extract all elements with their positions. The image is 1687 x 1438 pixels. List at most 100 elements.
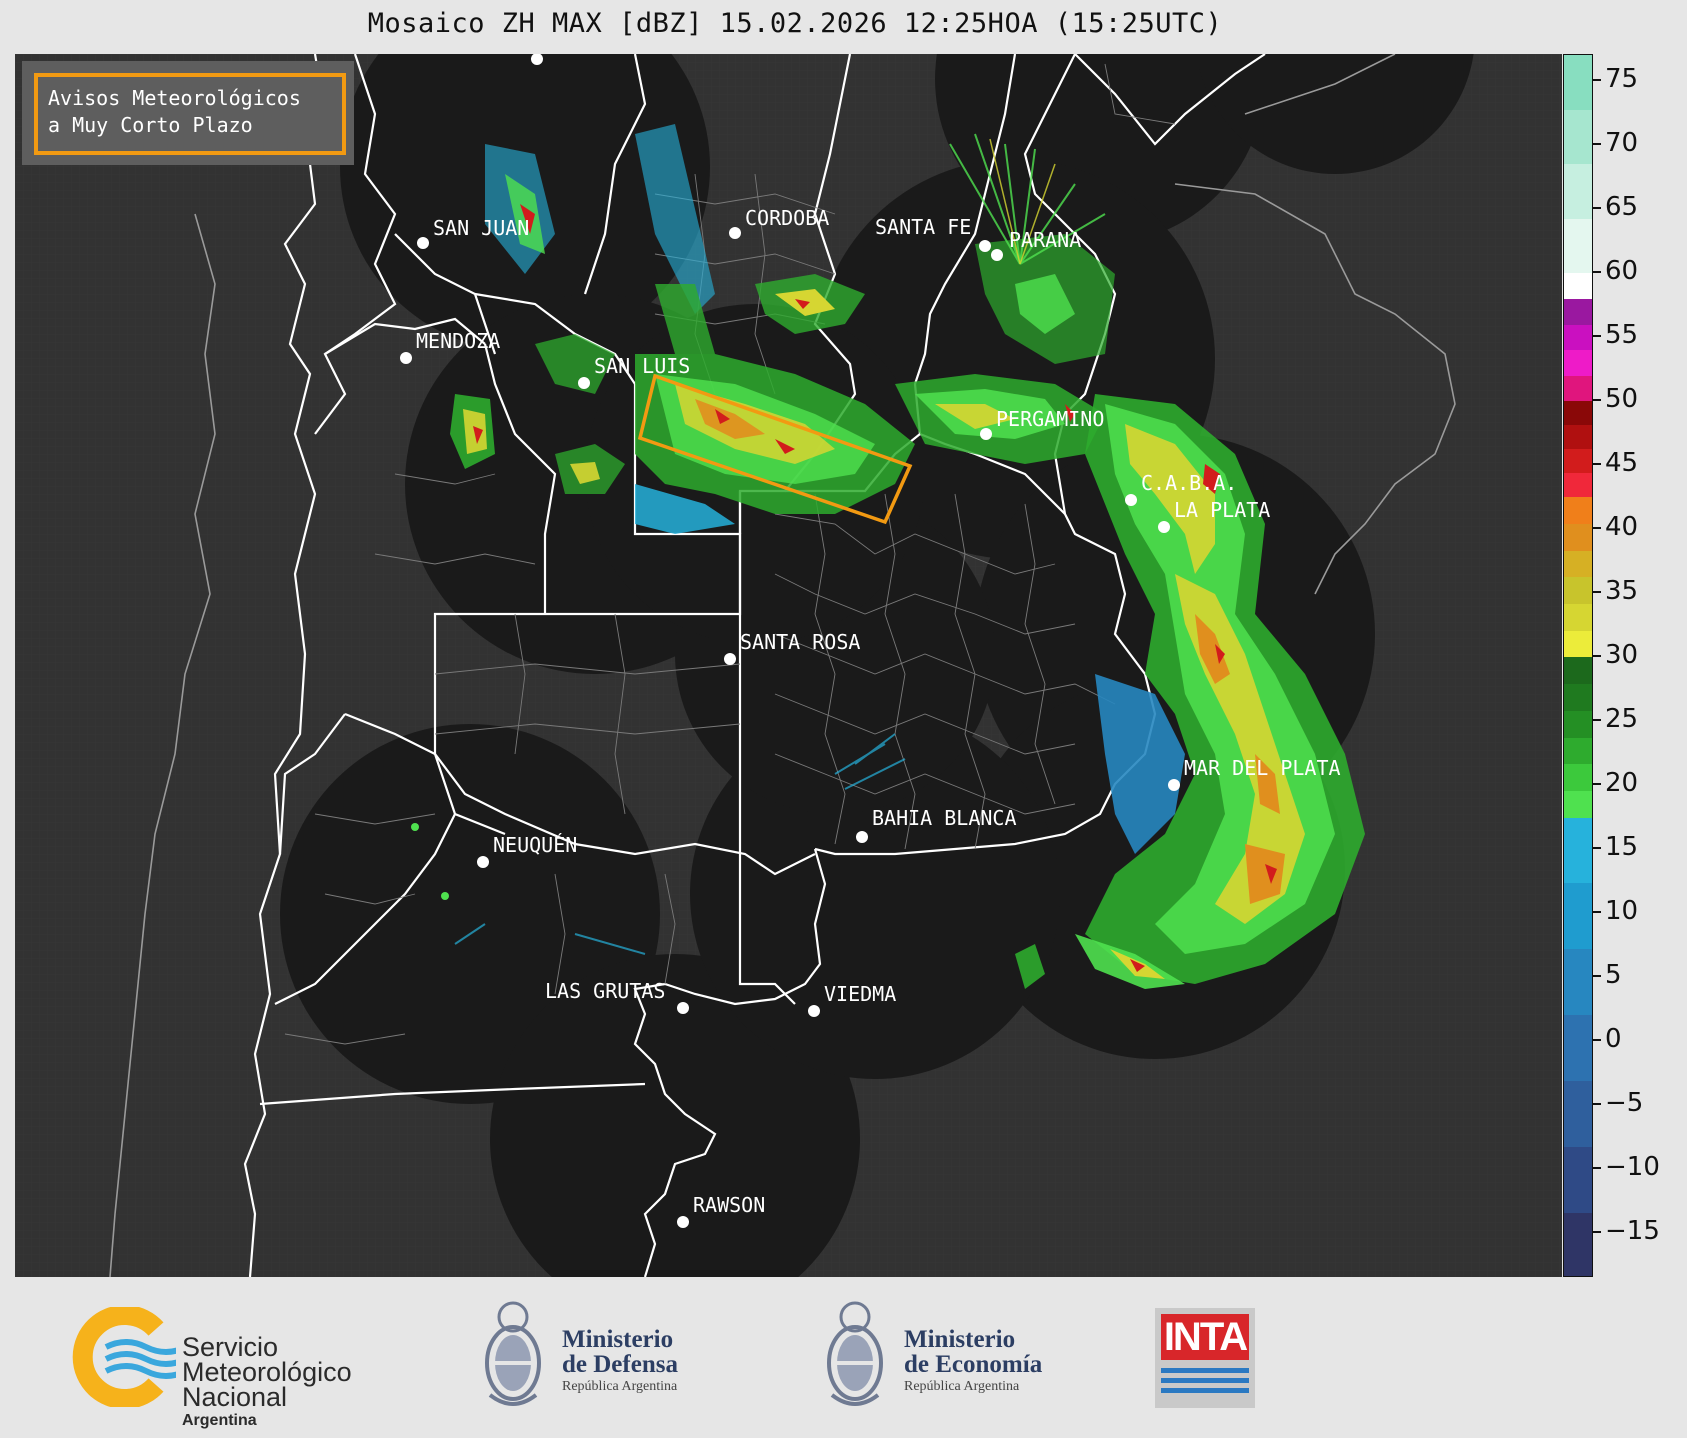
colorbar-tick-label: 15 [1605,831,1639,862]
city-marker[interactable] [724,653,736,665]
city-marker[interactable] [980,428,992,440]
colorbar-segment [1564,1080,1592,1147]
city-marker[interactable] [808,1005,820,1017]
colorbar-segment [1564,448,1592,474]
city-marker[interactable] [677,1002,689,1014]
colorbar-tick-label: 10 [1605,896,1639,927]
colorbar-segment [1564,1212,1592,1276]
smn-logo[interactable]: Servicio Meteorológico Nacional Argentin… [66,1305,446,1429]
warning-legend-line2: a Muy Corto Plazo [48,113,253,137]
city-marker[interactable] [1125,494,1137,506]
economia-logo[interactable]: Ministerio de Economía República Argenti… [820,1295,1080,1419]
inta-logo[interactable]: INTA [1155,1308,1255,1408]
colorbar-segment [1564,523,1592,551]
warning-legend-box[interactable]: Avisos Meteorológicos a Muy Corto Plazo [22,61,354,165]
city-label: LA RIOJA [549,54,645,56]
city-label: SAN LUIS [594,354,690,378]
colorbar-segment [1564,790,1592,818]
city-marker[interactable] [1158,521,1170,533]
city-label: SAN JUAN [433,216,529,240]
city-marker[interactable] [417,237,429,249]
colorbar-tick-label: −5 [1605,1088,1644,1119]
colorbar-tick-label: 20 [1605,767,1639,798]
colorbar-tick-mark [1593,334,1601,337]
city-label: NEUQUÉN [493,833,577,857]
city-label: BAHIA BLANCA [872,806,1017,830]
colorbar-segment [1564,55,1592,111]
city-marker[interactable] [979,240,991,252]
city-marker[interactable] [729,227,741,239]
inta-label: INTA [1161,1314,1249,1360]
colorbar-tick-label: 40 [1605,511,1639,542]
colorbar-tick-label: 65 [1605,191,1639,222]
city-marker[interactable] [856,831,868,843]
colorbar-tick-label: 50 [1605,383,1639,414]
radar-map-canvas: LA RIOJASAN JUANCORDOBASANTA FEPARANAMER… [15,54,1562,1277]
city-label: VIEDMA [824,982,896,1006]
colorbar-segment [1564,550,1592,578]
city-label: SANTA FE [875,215,971,239]
city-marker[interactable] [677,1216,689,1228]
colorbar-segment [1564,323,1592,351]
colorbar-segment [1564,656,1592,685]
colorbar-tick-mark [1593,206,1601,209]
city-marker[interactable] [991,249,1003,261]
colorbar-segment [1564,109,1592,165]
colorbar-segment [1564,816,1592,884]
colorbar-tick-mark [1593,911,1601,914]
colorbar-segment [1564,948,1592,1016]
city-label: MENDOZA [416,329,500,353]
colorbar-segment [1564,375,1592,402]
colorbar-segment [1564,400,1592,426]
colorbar-segment [1564,1146,1592,1213]
defensa-line1: Ministerio [562,1326,674,1353]
defensa-logo[interactable]: Ministerio de Defensa República Argentin… [478,1295,738,1419]
colorbar-segment [1564,882,1592,950]
colorbar-segment [1564,218,1592,274]
city-marker[interactable] [578,377,590,389]
city-marker[interactable] [400,352,412,364]
colorbar-tick-mark [1593,78,1601,81]
smn-emblem-icon [72,1305,188,1409]
inta-stripe [1161,1388,1249,1393]
colorbar-tick-label: 35 [1605,575,1639,606]
colorbar-tick-mark [1593,1103,1601,1106]
defensa-line2: de Defensa [562,1351,678,1378]
smn-name-line3: Nacional [182,1382,288,1412]
warning-legend-line1: Avisos Meteorológicos [48,86,301,110]
colorbar-tick-label: −10 [1605,1152,1660,1183]
colorbar-segment [1564,472,1592,498]
colorbar-segment [1564,603,1592,631]
colorbar-segment [1564,763,1592,791]
colorbar-tick-label: 5 [1605,960,1622,991]
map-title: Mosaico ZH MAX [dBZ] 15.02.2026 12:25HOA… [367,8,1223,39]
city-label: SANTA ROSA [740,630,860,654]
city-marker[interactable] [477,856,489,868]
colorbar-segment [1564,349,1592,376]
colorbar-tick-label: −15 [1605,1216,1660,1247]
colorbar [1563,54,1593,1277]
colorbar-tick-mark [1593,398,1601,401]
colorbar-segment [1564,1014,1592,1081]
warning-legend-frame: Avisos Meteorológicos a Muy Corto Plazo [34,73,346,155]
colorbar-tick-mark [1593,590,1601,593]
colorbar-segment [1564,630,1592,658]
radar-mosaic-map[interactable]: LA RIOJASAN JUANCORDOBASANTA FEPARANAMER… [15,54,1562,1277]
colorbar-segment [1564,496,1592,525]
colorbar-segment [1564,424,1592,450]
colorbar-tick-label: 60 [1605,255,1639,286]
footer-logos: Servicio Meteorológico Nacional Argentin… [0,1277,1687,1438]
colorbar-tick-label: 75 [1605,63,1639,94]
colorbar-segment [1564,163,1592,219]
colorbar-tick-mark [1593,270,1601,273]
colorbar-tick-label: 55 [1605,319,1639,350]
colorbar-tick-label: 0 [1605,1024,1622,1055]
colorbar-tick-mark [1593,1167,1601,1170]
city-marker[interactable] [1168,779,1180,791]
city-label: MAR DEL PLATA [1184,756,1341,780]
economia-line1: Ministerio [904,1326,1016,1353]
colorbar-segment [1564,298,1592,325]
city-label: C.A.B.A. [1141,471,1237,495]
colorbar-tick-mark [1593,1231,1601,1234]
colorbar-tick-label: 70 [1605,127,1639,158]
